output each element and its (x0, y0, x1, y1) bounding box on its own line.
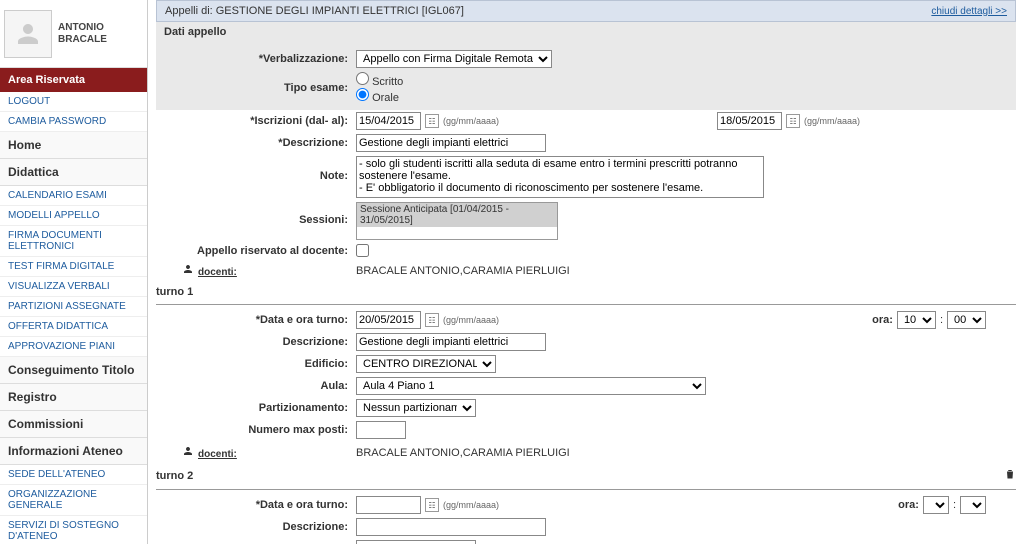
lbl-max-posti: Numero max posti: (248, 424, 348, 436)
nav-test-firma[interactable]: TEST FIRMA DIGITALE (0, 257, 147, 277)
nav-partizioni[interactable]: PARTIZIONI ASSEGNATE (0, 297, 147, 317)
nav-info-ateneo[interactable]: Informazioni Ateneo (0, 438, 147, 465)
date-hint: (gg/mm/aaaa) (443, 315, 499, 325)
radio-scritto-label: Scritto (356, 72, 403, 88)
lbl-data-ora: *Data e ora turno: (256, 499, 348, 511)
turno1-data-input[interactable] (356, 311, 421, 329)
trash-icon[interactable] (1004, 468, 1016, 483)
nav-offerta-didattica[interactable]: OFFERTA DIDATTICA (0, 317, 147, 337)
nav-registro[interactable]: Registro (0, 384, 147, 411)
nav-approvazione-piani[interactable]: APPROVAZIONE PIANI (0, 337, 147, 357)
calendar-icon[interactable]: ☷ (786, 114, 800, 128)
turno1-edificio-select[interactable]: CENTRO DIREZIONALE (356, 355, 496, 373)
sessioni-listbox[interactable]: Sessione Anticipata [01/04/2015 - 31/05/… (356, 202, 558, 240)
avatar (4, 10, 52, 58)
note-textarea[interactable]: - solo gli studenti iscritti alla seduta… (356, 156, 764, 198)
divider (156, 304, 1016, 305)
lbl-ora: ora: (872, 314, 893, 326)
nav-commissioni[interactable]: Commissioni (0, 411, 147, 438)
main-content: Appelli di: GESTIONE DEGLI IMPIANTI ELET… (148, 0, 1024, 544)
lbl-aula: Aula: (321, 380, 349, 392)
turno1-ora-h[interactable]: 10 (897, 311, 936, 329)
lbl-descrizione: *Descrizione: (278, 137, 348, 149)
docenti-value: BRACALE ANTONIO,CARAMIA PIERLUIGI (356, 265, 570, 277)
lbl-descrizione2: Descrizione: (283, 521, 348, 533)
sidebar: ANTONIOBRACALE Area Riservata LOGOUT CAM… (0, 0, 148, 544)
riservato-checkbox[interactable] (356, 244, 369, 257)
turno1-descrizione-input[interactable] (356, 333, 546, 351)
turno2-data-input[interactable] (356, 496, 421, 514)
lbl-tipo-esame: Tipo esame: (284, 82, 348, 94)
turno2-head: turno 2 (156, 464, 1016, 485)
verbalizzazione-select[interactable]: Appello con Firma Digitale Remota (356, 50, 552, 68)
person-icon (182, 263, 194, 275)
turno1-part-select[interactable]: Nessun partizionamento (356, 399, 476, 417)
lbl-sessioni: Sessioni: (299, 214, 348, 226)
chiudi-dettagli-link[interactable]: chiudi dettagli >> (931, 6, 1007, 17)
turno2-descrizione-input[interactable] (356, 518, 546, 536)
iscrizioni-dal-input[interactable] (356, 112, 421, 130)
turno2-edificio-select[interactable]: -- selezionare -- (356, 540, 476, 544)
calendar-icon[interactable]: ☷ (425, 313, 439, 327)
nav-sede-ateneo[interactable]: SEDE DELL'ATENEO (0, 465, 147, 485)
radio-orale[interactable] (356, 88, 369, 101)
dati-appello-panel: *Verbalizzazione: Appello con Firma Digi… (156, 42, 1016, 110)
date-hint: (gg/mm/aaaa) (443, 116, 499, 126)
page-title-bar: Appelli di: GESTIONE DEGLI IMPIANTI ELET… (156, 0, 1016, 22)
nav-home[interactable]: Home (0, 132, 147, 159)
lbl-riservato: Appello riservato al docente: (197, 245, 348, 257)
logout-link[interactable]: LOGOUT (0, 92, 147, 112)
turno1-aula-select[interactable]: Aula 4 Piano 1 (356, 377, 706, 395)
nav-visualizza-verbali[interactable]: VISUALIZZA VERBALI (0, 277, 147, 297)
turno1-docenti-value: BRACALE ANTONIO,CARAMIA PIERLUIGI (356, 447, 570, 459)
calendar-icon[interactable]: ☷ (425, 114, 439, 128)
turno1-head: turno 1 (156, 282, 1016, 300)
nav-didattica[interactable]: Didattica (0, 159, 147, 186)
date-hint: (gg/mm/aaaa) (443, 500, 499, 510)
turno1-maxposti-input[interactable] (356, 421, 406, 439)
turno1-ora-m[interactable]: 00 (947, 311, 986, 329)
lbl-verbalizzazione: *Verbalizzazione: (259, 53, 348, 65)
radio-orale-label: Orale (356, 88, 399, 104)
lbl-data-ora: *Data e ora turno: (256, 314, 348, 326)
date-hint: (gg/mm/aaaa) (804, 116, 860, 126)
user-name: ANTONIOBRACALE (52, 22, 107, 46)
nav-conseguimento[interactable]: Conseguimento Titolo (0, 357, 147, 384)
lbl-ora: ora: (898, 499, 919, 511)
sessione-option[interactable]: Sessione Anticipata [01/04/2015 - 31/05/… (357, 203, 557, 227)
turno2-ora-m[interactable] (960, 496, 986, 514)
calendar-icon[interactable]: ☷ (425, 498, 439, 512)
iscrizioni-al-input[interactable] (717, 112, 782, 130)
area-riservata-head: Area Riservata (0, 68, 147, 92)
nav-firma-documenti[interactable]: FIRMA DOCUMENTI ELETTRONICI (0, 226, 147, 257)
user-box: ANTONIOBRACALE (0, 0, 147, 68)
lbl-iscrizioni: *Iscrizioni (dal- al): (250, 115, 348, 127)
nav-modelli-appello[interactable]: MODELLI APPELLO (0, 206, 147, 226)
radio-scritto[interactable] (356, 72, 369, 85)
person-icon (182, 445, 194, 457)
nav-servizi-sostegno[interactable]: SERVIZI DI SOSTEGNO D'ATENEO (0, 516, 147, 544)
nav-calendario-esami[interactable]: CALENDARIO ESAMI (0, 186, 147, 206)
lbl-docenti[interactable]: docenti: (198, 267, 237, 278)
lbl-edificio: Edificio: (305, 358, 348, 370)
cambia-password-link[interactable]: CAMBIA PASSWORD (0, 112, 147, 132)
divider (156, 489, 1016, 490)
page-title: Appelli di: GESTIONE DEGLI IMPIANTI ELET… (165, 5, 464, 17)
lbl-docenti[interactable]: docenti: (198, 449, 237, 460)
descrizione-input[interactable] (356, 134, 546, 152)
lbl-partizionamento: Partizionamento: (259, 402, 348, 414)
nav-organizzazione[interactable]: ORGANIZZAZIONE GENERALE (0, 485, 147, 516)
lbl-note: Note: (320, 170, 348, 182)
dati-appello-head: Dati appello (156, 22, 1016, 42)
turno2-ora-h[interactable] (923, 496, 949, 514)
lbl-descrizione2: Descrizione: (283, 336, 348, 348)
